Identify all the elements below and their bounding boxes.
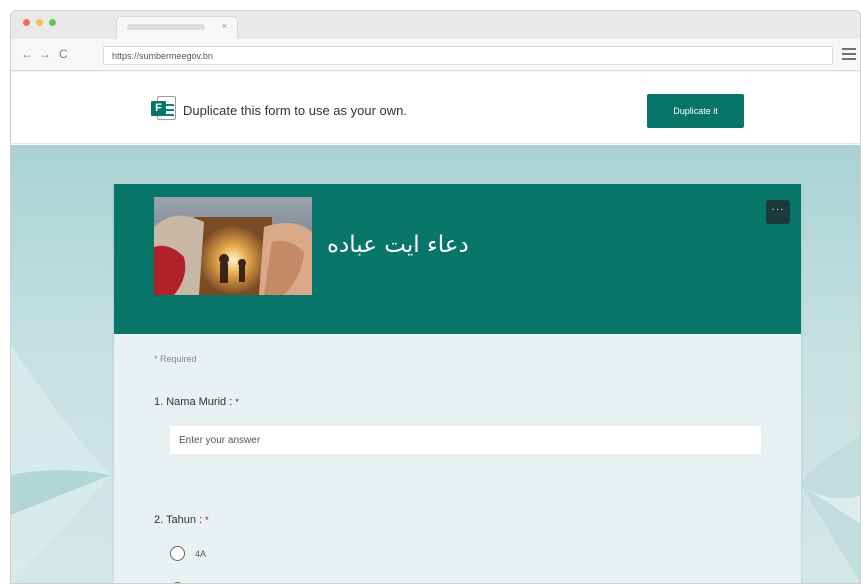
page-content: F Duplicate this form to use as your own… <box>11 72 860 583</box>
required-note: * Required <box>154 354 197 364</box>
form-card: دعاء ايت عباده ··· * Required 1. Nama Mu… <box>114 184 801 583</box>
minimize-window-button[interactable] <box>36 19 43 26</box>
microsoft-forms-icon: F <box>151 96 177 122</box>
required-asterisk: * <box>235 397 239 407</box>
nama-murid-input[interactable] <box>170 426 761 454</box>
header-image <box>154 197 312 295</box>
hamburger-menu-icon[interactable] <box>842 48 856 63</box>
duplicate-button[interactable]: Duplicate it <box>647 94 744 128</box>
tab-strip: × <box>11 11 860 39</box>
window-controls <box>23 19 56 26</box>
close-window-button[interactable] <box>23 19 30 26</box>
more-options-icon[interactable]: ··· <box>766 200 790 224</box>
maximize-window-button[interactable] <box>49 19 56 26</box>
duplicate-banner-text: Duplicate this form to use as your own. <box>183 103 407 118</box>
browser-window: × ← → C https://sumbermeegov.bn F Duplic… <box>10 10 861 584</box>
required-asterisk: * <box>205 515 209 525</box>
back-arrow-icon[interactable]: ← <box>21 47 33 61</box>
tab-title-placeholder <box>127 24 205 30</box>
tab-close-icon[interactable]: × <box>222 21 227 31</box>
duplicate-banner: F Duplicate this form to use as your own… <box>11 72 860 144</box>
radio-button-icon[interactable] <box>170 546 185 561</box>
form-header: دعاء ايت عباده ··· <box>114 184 801 334</box>
reload-icon[interactable]: C <box>59 47 68 61</box>
question-1-label: 1. Nama Murid : * <box>154 396 239 408</box>
radio-option-4a[interactable]: 4A <box>170 546 206 561</box>
address-bar: ← → C https://sumbermeegov.bn <box>11 39 860 71</box>
browser-tab[interactable]: × <box>116 16 238 39</box>
radio-label: 4A <box>195 548 207 559</box>
question-2-label: 2. Tahun : * <box>154 514 209 526</box>
forward-arrow-icon[interactable]: → <box>39 47 51 61</box>
form-title: دعاء ايت عباده <box>327 232 469 258</box>
url-field[interactable]: https://sumbermeegov.bn <box>103 46 833 65</box>
